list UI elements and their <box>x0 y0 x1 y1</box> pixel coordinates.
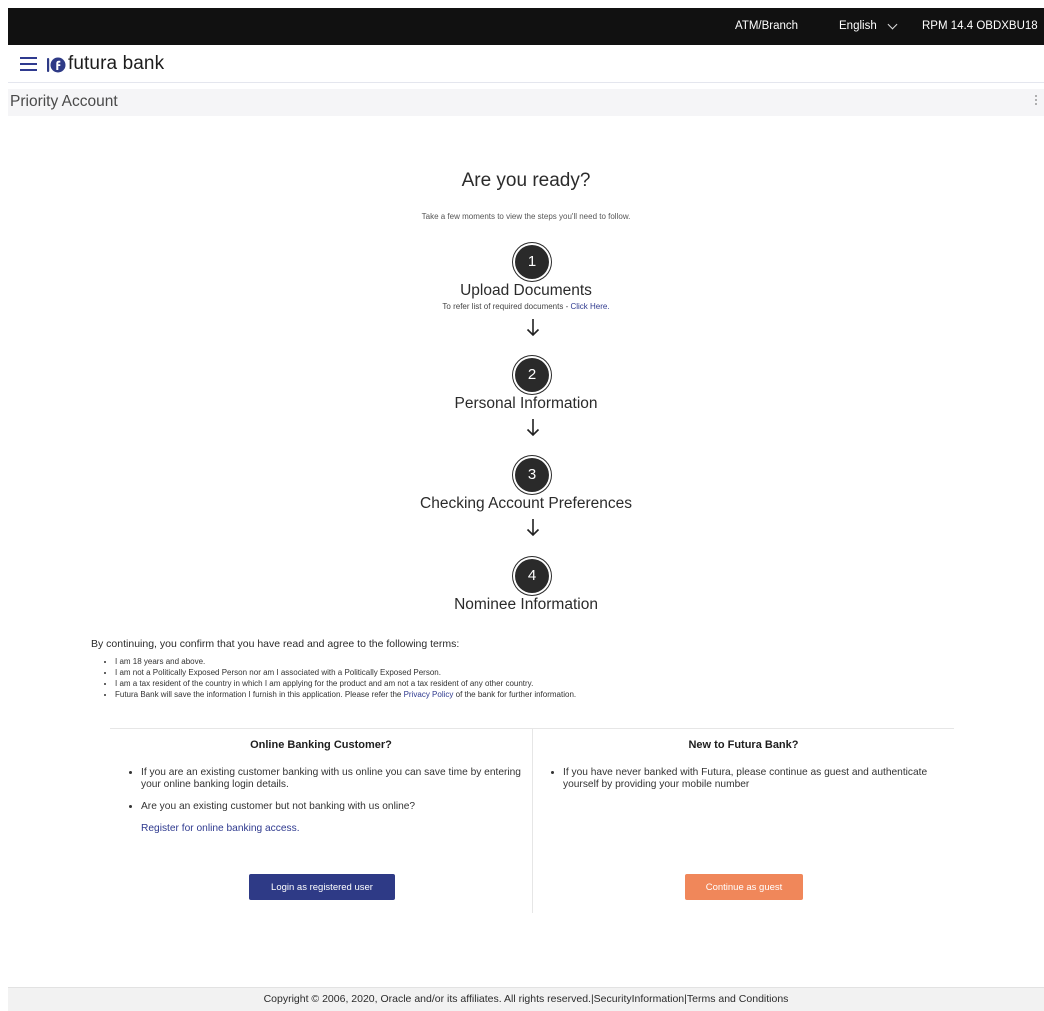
language-selector[interactable]: English <box>839 19 898 32</box>
list-item: If you are an existing customer banking … <box>141 767 521 790</box>
more-options-icon[interactable] <box>1034 95 1038 109</box>
step-4-title: Nominee Information <box>454 596 598 613</box>
terms-list: I am 18 years and above. I am not a Poli… <box>115 656 576 700</box>
brand-name: futura bank <box>68 53 165 74</box>
list-item: If you have never banked with Futura, pl… <box>563 767 943 790</box>
step-3-title: Checking Account Preferences <box>420 495 632 512</box>
step-2-badge: 2 <box>515 358 549 392</box>
terms-item: I am a tax resident of the country in wh… <box>115 678 576 689</box>
panel-divider-vertical <box>532 729 533 913</box>
page-title: Priority Account <box>10 93 118 110</box>
list-item: Are you an existing customer but not ban… <box>141 801 521 813</box>
atm-branch-label: ATM/Branch <box>735 20 799 32</box>
hamburger-menu-icon[interactable] <box>20 57 37 72</box>
top-bar: ATM/Branch English RPM 14.4 OBDXBU18 <box>8 8 1044 45</box>
atm-branch-link[interactable]: ATM/Branch <box>735 20 798 32</box>
user-label: RPM 14.4 OBDXBU18 <box>922 20 1038 32</box>
step-4-badge: 4 <box>515 559 549 593</box>
language-label: English <box>839 20 877 32</box>
arrow-down-icon <box>526 519 540 537</box>
app-frame: ATM/Branch English RPM 14.4 OBDXBU18 fut… <box>8 8 1044 1011</box>
step-1-title: Upload Documents <box>460 282 592 299</box>
step-1-badge: 1 <box>515 245 549 279</box>
click-here-link[interactable]: Click Here. <box>570 302 609 311</box>
register-online-banking-link[interactable]: Register for online banking access. <box>141 823 300 834</box>
chevron-down-icon <box>887 19 898 29</box>
terms-item: Futura Bank will save the information I … <box>115 689 576 700</box>
user-menu[interactable]: RPM 14.4 OBDXBU18 <box>922 20 1044 32</box>
login-registered-user-button[interactable]: Login as registered user <box>249 874 395 900</box>
privacy-policy-link[interactable]: Privacy Policy <box>404 690 454 699</box>
step-2-title: Personal Information <box>454 395 598 412</box>
brand-header: futura bank <box>8 45 1044 83</box>
online-customer-list: If you are an existing customer banking … <box>141 767 521 824</box>
step-3-badge: 3 <box>515 458 549 492</box>
futura-logo-icon <box>47 57 66 73</box>
step-1-subtext: To refer list of required documents - Cl… <box>8 302 1044 311</box>
online-customer-heading: Online Banking Customer? <box>250 739 392 751</box>
step-1-subtext-label: To refer list of required documents - <box>442 302 571 311</box>
page-title-bar: Priority Account <box>8 89 1044 116</box>
terms-intro: By continuing, you confirm that you have… <box>91 638 460 650</box>
footer: Copyright © 2006, 2020, Oracle and/or it… <box>8 987 1044 1011</box>
arrow-down-icon <box>526 419 540 437</box>
terms-item-suffix: of the bank for further information. <box>453 690 577 699</box>
new-customer-heading: New to Futura Bank? <box>688 739 799 751</box>
ready-subline: Take a few moments to view the steps you… <box>421 212 631 221</box>
terms-item-prefix: Futura Bank will save the information I … <box>115 690 404 699</box>
arrow-down-icon <box>526 319 540 337</box>
continue-as-guest-button[interactable]: Continue as guest <box>685 874 803 900</box>
terms-item: I am not a Politically Exposed Person no… <box>115 667 576 678</box>
terms-item: I am 18 years and above. <box>115 656 576 667</box>
ready-headline: Are you ready? <box>461 170 591 191</box>
new-customer-list: If you have never banked with Futura, pl… <box>563 767 943 801</box>
